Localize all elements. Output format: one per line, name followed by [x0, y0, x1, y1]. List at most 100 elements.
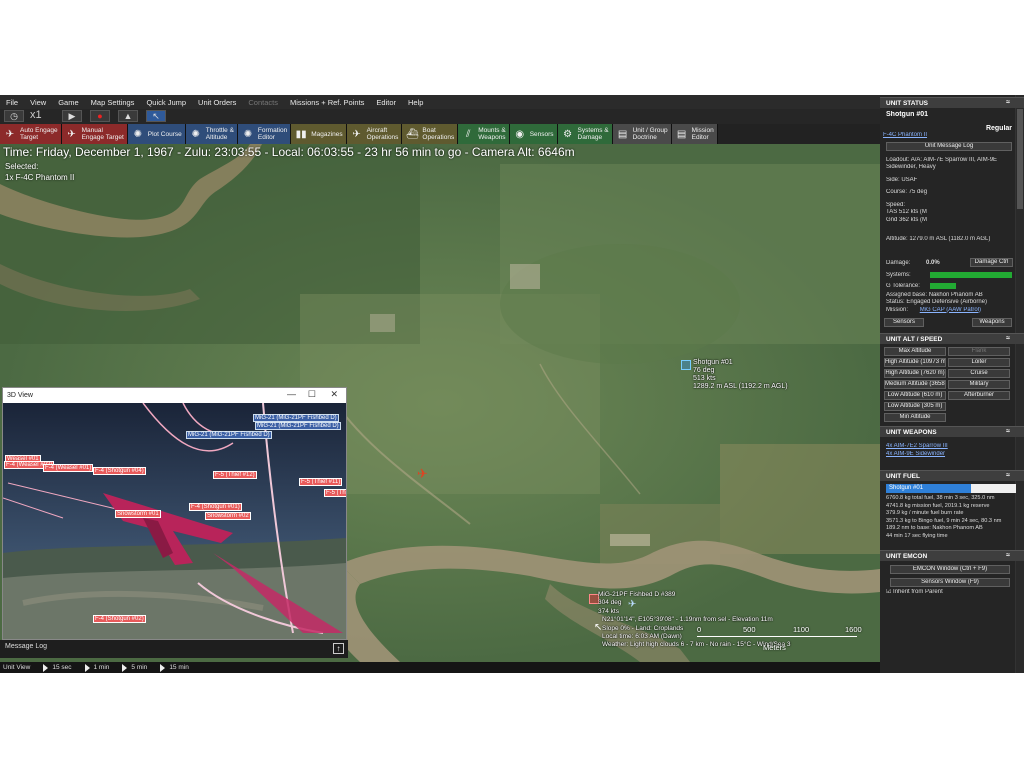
toolbar-button-mission-editor[interactable]: ▤ Mission Editor — [671, 124, 718, 144]
radar-icon: ◉ — [515, 128, 525, 140]
menu-item-quick-jump[interactable]: Quick Jump — [140, 98, 192, 107]
formation-icon: ✺ — [243, 128, 253, 140]
step-5min[interactable]: 5 min — [119, 663, 148, 672]
view3d-window[interactable]: 3D View — ☐ ✕ MiG-21 (MiG-21PF Fishbed D… — [2, 387, 347, 640]
alt-button[interactable]: High Altitude (7620 m) — [884, 369, 946, 378]
sensors-window-button[interactable]: Sensors Window (F9) — [890, 578, 1010, 587]
toolbar-button-auto-engage-target[interactable]: ✈ Auto Engage Target — [0, 124, 62, 144]
step-15sec[interactable]: 15 sec — [40, 663, 72, 672]
unit-status-panel: UNIT STATUS ≈ Shotgun #01 Regular F-4C P… — [880, 95, 1024, 673]
weapons-button[interactable]: Weapons — [972, 318, 1012, 327]
toolbar-button-throttle-altitude[interactable]: ✺ Throttle & Altitude — [185, 124, 238, 144]
message-log-label: Message Log — [5, 643, 48, 650]
emcon-window-button[interactable]: EMCON Window (Ctrl + F9) — [890, 565, 1010, 574]
unit-message-log-button[interactable]: Unit Message Log — [886, 141, 1012, 151]
menu-item-game[interactable]: Game — [52, 98, 84, 107]
fuel-header[interactable]: UNIT FUEL ≈ — [880, 470, 1024, 481]
sensors-button[interactable]: Sensors — [884, 318, 924, 327]
unit-view-label[interactable]: Unit View — [3, 664, 30, 671]
toolbar-button-magazines[interactable]: ▮▮ Magazines — [291, 124, 347, 144]
menu-item-unit-orders[interactable]: Unit Orders — [192, 98, 242, 107]
afterburner-button[interactable]: Afterburner — [948, 391, 1010, 400]
unit-class-link[interactable]: F-4C Phantom II — [880, 132, 1024, 140]
alt-button[interactable]: Max Altitude — [884, 347, 946, 356]
cruise-button[interactable]: Cruise — [948, 369, 1010, 378]
toolbar-button-unit-group-doctrine[interactable]: ▤ Unit / Group Doctrine — [612, 124, 672, 144]
cursor-coords: N21°01'14", E105°39'08" - 1.19nm from se… — [602, 616, 773, 624]
proficiency: Regular — [985, 125, 1012, 132]
view3d-canvas[interactable]: MiG-21 (MiG-21PF Fishbed D) MiG-21 (MiG-… — [3, 403, 346, 639]
weapon-link[interactable]: 4x AIM-9E Sidewinder — [886, 451, 945, 457]
alt-button[interactable]: Low Altitude (610 m) — [884, 391, 946, 400]
alt-button[interactable]: Medium Altitude (3658 m) — [884, 380, 946, 389]
military-button[interactable]: Military — [948, 380, 1010, 389]
step-label: 5 min — [131, 664, 148, 671]
gauge-icon: ✺ — [191, 128, 200, 140]
toolbar-label: Auto Engage Target — [20, 127, 58, 141]
menu-item-map-settings[interactable]: Map Settings — [85, 98, 141, 107]
alt-button[interactable]: Min Altitude — [884, 413, 946, 422]
toolbar-button-sensors[interactable]: ◉ Sensors — [509, 124, 558, 144]
menu-item-editor[interactable]: Editor — [370, 98, 402, 107]
inherit-checkbox[interactable]: ☑ Inherit from Parent — [880, 589, 1024, 597]
friendly-aircraft-symbol[interactable] — [681, 360, 691, 370]
collapse-icon[interactable]: ≈ — [1006, 99, 1010, 106]
menu-item-contacts[interactable]: Contacts — [242, 98, 284, 107]
toolbar-button-manual-engage-target[interactable]: ✈ Manual Engage Target — [61, 124, 128, 144]
collapse-icon[interactable]: ≈ — [1006, 428, 1010, 435]
pointer-button[interactable]: ↖ — [146, 110, 166, 122]
message-log[interactable]: Message Log ↑ — [0, 640, 348, 658]
crosshair-icon: ✈ — [67, 128, 76, 140]
hostile-aircraft-icon[interactable]: ✈ — [417, 466, 428, 482]
damage-control-button[interactable]: Damage Ctrl — [970, 257, 1013, 267]
menu-item-view[interactable]: View — [24, 98, 52, 107]
collapse-icon[interactable]: ≈ — [1006, 335, 1010, 342]
maximize-icon[interactable]: ☐ — [308, 389, 316, 400]
play-icon — [43, 663, 49, 672]
mission-link[interactable]: MiG CAP (AAW Patrol) — [920, 307, 981, 313]
collapse-icon[interactable]: ≈ — [1006, 472, 1010, 479]
record-button[interactable]: ● — [90, 110, 110, 122]
emcon-header[interactable]: UNIT EMCON ≈ — [880, 550, 1024, 561]
camera-button[interactable]: ▲ — [118, 110, 138, 122]
view3d-label-red: Snowstorm #02 — [205, 512, 251, 520]
alt-speed-header[interactable]: UNIT ALT / SPEED ≈ — [880, 333, 1024, 344]
menu-item-missions-ref-points[interactable]: Missions + Ref. Points — [284, 98, 370, 107]
expand-icon[interactable]: ↑ — [333, 643, 344, 654]
play-button[interactable]: ▶ — [62, 110, 82, 122]
menu-item-help[interactable]: Help — [402, 98, 429, 107]
alt-button[interactable]: Low Altitude (305 m) — [884, 402, 946, 411]
toolbar-button-boat-operations[interactable]: ⛴ Boat Operations — [402, 124, 459, 144]
minimize-icon[interactable]: — — [287, 389, 296, 399]
view3d-scene — [3, 403, 346, 639]
toolbar-button-systems-damage[interactable]: ⚙ Systems & Damage — [557, 124, 613, 144]
alt-button[interactable]: High Altitude (10973 m) — [884, 358, 946, 367]
scale-bar: 0 500 1100 1600 Meters — [697, 625, 862, 652]
shotgun-speed: 513 kts — [693, 375, 716, 382]
weapons-header[interactable]: UNIT WEAPONS ≈ — [880, 426, 1024, 437]
loiter-button[interactable]: Loiter — [948, 358, 1010, 367]
weapon-link[interactable]: 4x AIM-7E2 Sparrow III — [886, 443, 948, 449]
toolbar-button-aircraft-operations[interactable]: ✈ Aircraft Operations — [346, 124, 403, 144]
view3d-title: 3D View — [7, 392, 33, 399]
toolbar-label: Sensors — [529, 130, 554, 138]
toolbar-button-formation-editor[interactable]: ✺ Formation Editor — [237, 124, 292, 144]
speed-gnd: Gnd 362 kts (M — [886, 216, 928, 223]
close-icon[interactable]: ✕ — [330, 389, 338, 400]
damage-label: Damage: — [886, 259, 911, 266]
collapse-icon[interactable]: ≈ — [1006, 552, 1010, 559]
selected-unit: 1x F-4C Phantom II — [5, 173, 75, 182]
step-1min[interactable]: 1 min — [82, 663, 109, 672]
view3d-titlebar[interactable]: 3D View — ☐ ✕ — [3, 388, 346, 403]
toolbar: ✈ Auto Engage Target ✈ Manual Engage Target… — [0, 124, 880, 144]
unit-class: F-4C Phantom II — [883, 132, 928, 138]
menu-item-file[interactable]: File — [0, 98, 24, 107]
clock-button[interactable]: ◷ — [4, 110, 24, 122]
toolbar-button-plot-course[interactable]: ✺ Plot Course — [127, 124, 186, 144]
view3d-label-blue: MiG-21 (MiG-21PF Fishbed D) — [253, 414, 339, 422]
toolbar-button-mounts-weapons[interactable]: ⫽ Mounts & Weapons — [458, 124, 510, 144]
flank-button[interactable]: Flank — [948, 347, 1010, 356]
step-15min[interactable]: 15 min — [157, 663, 189, 672]
selected-info: Selected: 1x F-4C Phantom II — [5, 161, 74, 183]
unit-status-header[interactable]: UNIT STATUS ≈ — [880, 97, 1024, 108]
